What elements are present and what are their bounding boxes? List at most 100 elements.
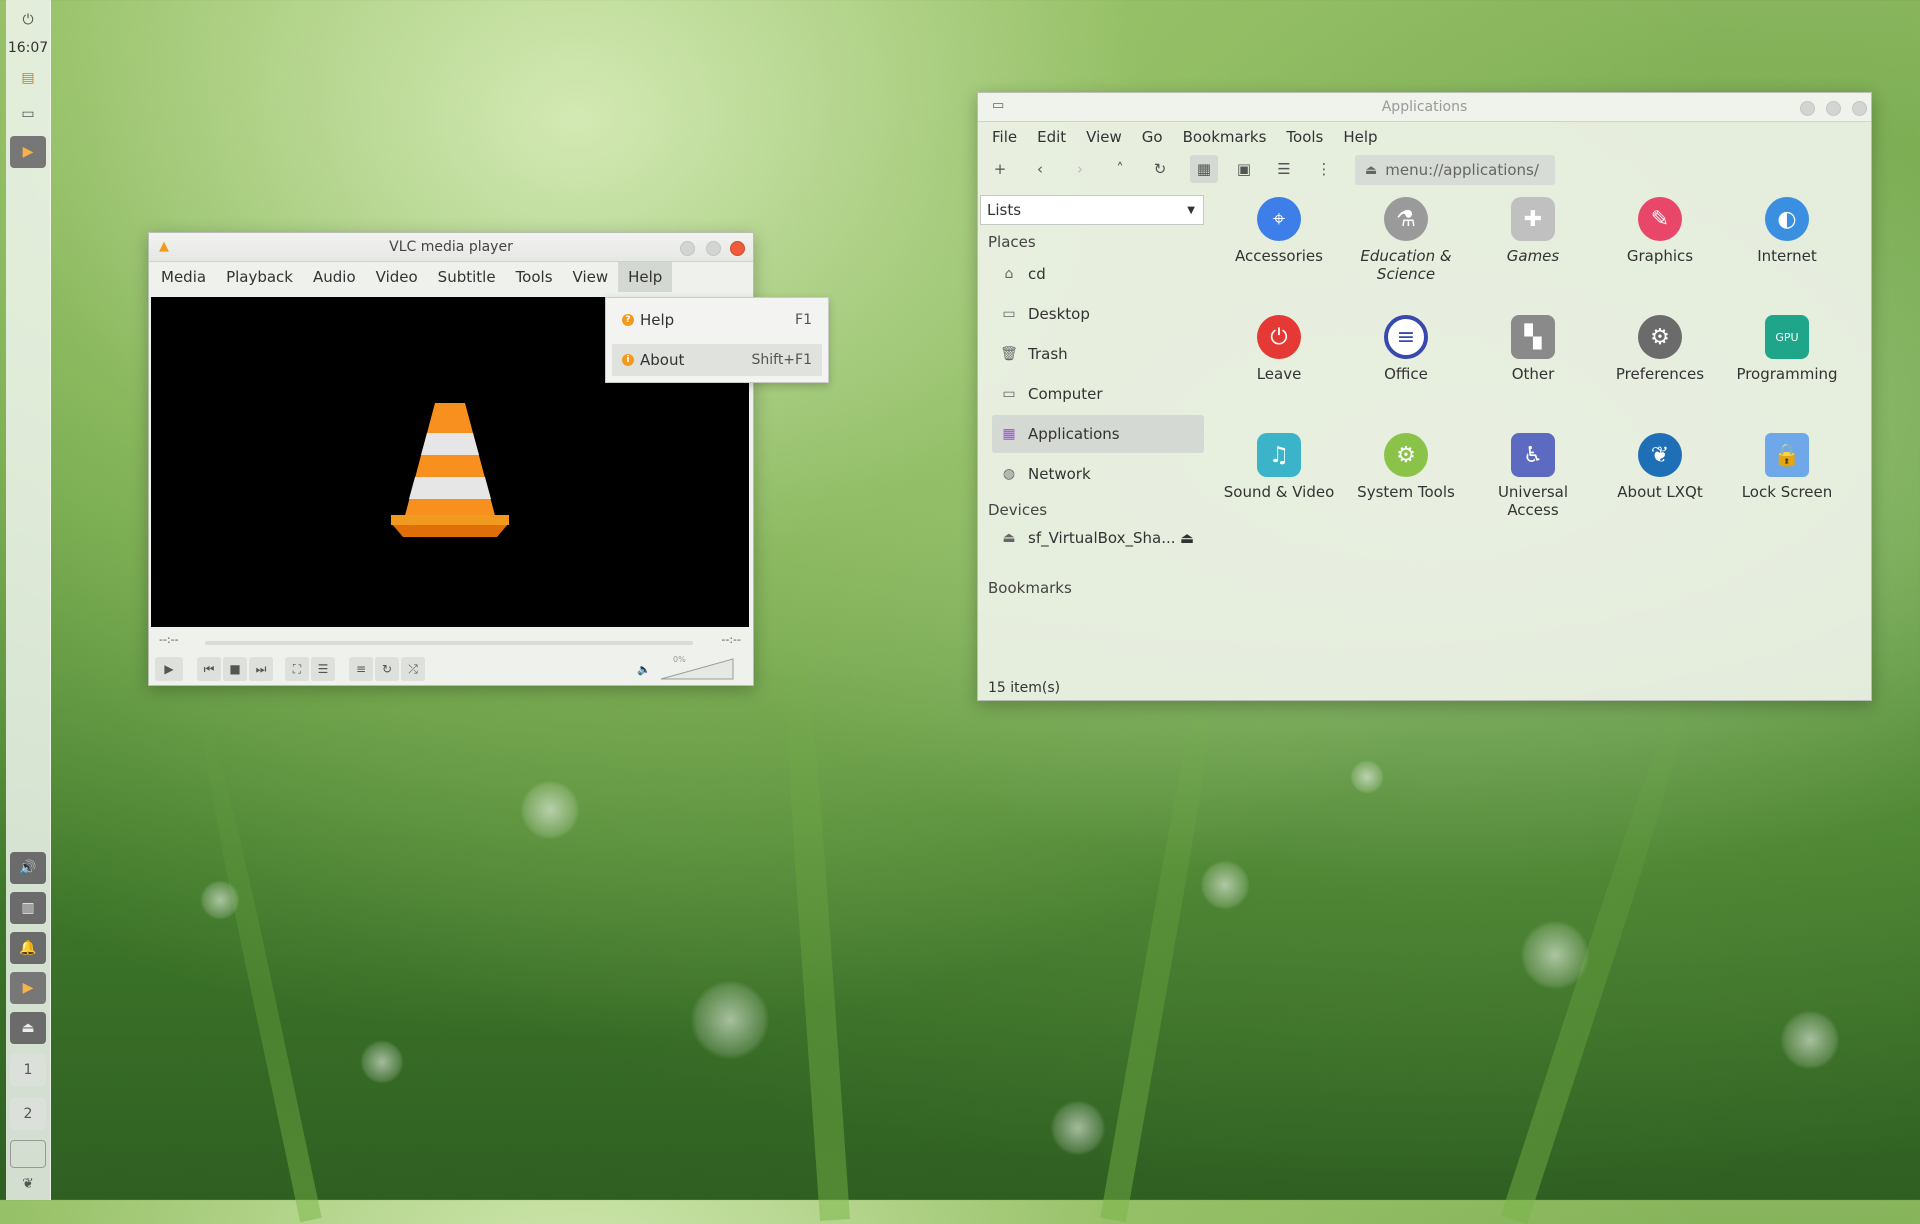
stop-button[interactable]: ■ (223, 657, 247, 681)
vlc-tray-icon[interactable]: ▶ (10, 972, 46, 1004)
fm-title: Applications (1381, 99, 1468, 115)
bookmarks-heading: Bookmarks (988, 579, 1072, 597)
new-tab-icon[interactable]: + (986, 155, 1014, 183)
shuffle-button[interactable]: ⤮ (401, 657, 425, 681)
compact-view-icon[interactable]: ☰ (1270, 155, 1298, 183)
folder-taskbar-icon[interactable]: ▭ (10, 98, 46, 130)
fm-menu-file[interactable]: File (982, 122, 1027, 152)
detailed-view-icon[interactable]: ⋮ (1310, 155, 1338, 183)
fullscreen-button[interactable]: ⛶ (285, 657, 309, 681)
fm-minimize-button[interactable] (1800, 101, 1815, 116)
loop-button[interactable]: ↻ (375, 657, 399, 681)
help-shortcut: F1 (795, 312, 812, 328)
fm-maximize-button[interactable] (1826, 101, 1841, 116)
side-pane-mode-select[interactable]: Lists ▼ (980, 195, 1204, 225)
up-icon[interactable]: ˄ (1106, 155, 1134, 183)
device-item[interactable]: ⏏ sf_VirtualBox_Sha... ⏏ (992, 519, 1204, 557)
thumbnail-view-icon[interactable]: ▣ (1230, 155, 1258, 183)
reload-icon[interactable]: ↻ (1146, 155, 1174, 183)
next-button[interactable]: ⏭ (249, 657, 273, 681)
minimize-button[interactable] (680, 241, 695, 256)
mute-icon[interactable]: 🔈 (637, 663, 651, 676)
app-preferences[interactable]: ⚙ Preferences (1600, 315, 1720, 383)
fm-menu-help[interactable]: Help (1333, 122, 1387, 152)
place-home[interactable]: ⌂ cd (992, 255, 1204, 293)
fm-menu-tools[interactable]: Tools (1276, 122, 1333, 152)
address-text: menu://applications/ (1385, 161, 1539, 179)
app-about-lxqt[interactable]: ❦ About LXQt (1600, 433, 1720, 501)
power-icon[interactable]: ⏻ (10, 4, 46, 36)
icon-view-icon[interactable]: ▦ (1190, 155, 1218, 183)
panel-clock[interactable]: 16:07 (6, 40, 50, 56)
volume-icon[interactable]: 🔊 (10, 852, 46, 884)
graphics-icon: ✎ (1638, 197, 1682, 241)
menu-help[interactable]: Help (618, 262, 673, 292)
menu-audio[interactable]: Audio (303, 262, 366, 292)
extended-settings-button[interactable]: ☰ (311, 657, 335, 681)
app-games[interactable]: ✚ Games (1473, 197, 1593, 265)
vlc-titlebar[interactable]: ▲ VLC media player (149, 233, 753, 262)
fm-menu-view[interactable]: View (1076, 122, 1132, 152)
menu-tools[interactable]: Tools (506, 262, 563, 292)
menu-subtitle[interactable]: Subtitle (428, 262, 506, 292)
menu-view[interactable]: View (563, 262, 619, 292)
about-menu-item[interactable]: i About Shift+F1 (612, 344, 822, 376)
vlc-controls: --:-- --:-- ▶ ⏮ ■ ⏭ ⛶ ☰ ≡ ↻ ⤮ 🔈 0% (149, 629, 753, 685)
help-menu-item[interactable]: ? Help F1 (612, 304, 822, 336)
app-internet[interactable]: ◐ Internet (1727, 197, 1847, 265)
place-desktop[interactable]: ▭ Desktop (992, 295, 1204, 333)
fm-menu-edit[interactable]: Edit (1027, 122, 1076, 152)
menu-media[interactable]: Media (151, 262, 216, 292)
app-office[interactable]: ≡ Office (1346, 315, 1466, 383)
place-computer-label: Computer (1028, 385, 1103, 403)
notification-bell-icon[interactable]: 🔔 (10, 932, 46, 964)
previous-button[interactable]: ⏮ (197, 657, 221, 681)
app-other[interactable]: ▚ Other (1473, 315, 1593, 383)
file-cabinet-icon[interactable]: ▤ (10, 62, 46, 94)
app-lock-screen[interactable]: 🔒 Lock Screen (1727, 433, 1847, 501)
app-programming[interactable]: GPU Programming (1727, 315, 1847, 383)
devices-heading: Devices (988, 501, 1048, 519)
app-label: About LXQt (1617, 483, 1703, 501)
keyboard-icon[interactable]: ▥ (10, 892, 46, 924)
app-label: Internet (1757, 247, 1817, 265)
workspace-1-button[interactable]: 1 (10, 1054, 46, 1086)
seek-slider[interactable] (205, 641, 693, 645)
fm-menu-go[interactable]: Go (1132, 122, 1173, 152)
app-education-science[interactable]: ⚗ Education & Science (1346, 197, 1466, 283)
maximize-button[interactable] (706, 241, 721, 256)
place-applications[interactable]: ▦ Applications (992, 415, 1204, 453)
workspace-2-button[interactable]: 2 (10, 1098, 46, 1130)
music-note-icon: ♫ (1257, 433, 1301, 477)
place-trash[interactable]: 🗑 Trash (992, 335, 1204, 373)
menu-playback[interactable]: Playback (216, 262, 303, 292)
show-desktop-button[interactable] (10, 1140, 46, 1168)
volume-slider[interactable] (659, 657, 735, 681)
forward-icon[interactable]: › (1066, 155, 1094, 183)
app-universal-access[interactable]: ♿ Universal Access (1473, 433, 1593, 519)
close-button[interactable] (730, 241, 745, 256)
lxqt-logo-icon[interactable]: ❦ (10, 1168, 46, 1200)
system-gear-icon: ⚙ (1384, 433, 1428, 477)
app-sound-video[interactable]: ♫ Sound & Video (1219, 433, 1339, 501)
fm-menu-bookmarks[interactable]: Bookmarks (1173, 122, 1277, 152)
play-button[interactable]: ▶ (155, 657, 183, 681)
dropdown-arrow-icon: ▼ (1187, 204, 1195, 216)
vlc-taskbar-icon[interactable]: ▶ (10, 136, 46, 168)
network-icon: ◍ (1002, 466, 1016, 482)
place-network[interactable]: ◍ Network (992, 455, 1204, 493)
place-desktop-label: Desktop (1028, 305, 1090, 323)
app-accessories[interactable]: ⌖ Accessories (1219, 197, 1339, 265)
address-bar[interactable]: ⏏ menu://applications/ (1355, 155, 1555, 185)
eject-icon[interactable]: ⏏ (1180, 529, 1194, 547)
fm-titlebar[interactable]: ▭ Applications (978, 93, 1871, 122)
menu-video[interactable]: Video (366, 262, 428, 292)
playlist-button[interactable]: ≡ (349, 657, 373, 681)
drive-tray-icon[interactable]: ⏏ (10, 1012, 46, 1044)
fm-close-button[interactable] (1852, 101, 1867, 116)
place-computer[interactable]: ▭ Computer (992, 375, 1204, 413)
back-icon[interactable]: ‹ (1026, 155, 1054, 183)
app-system-tools[interactable]: ⚙ System Tools (1346, 433, 1466, 501)
app-graphics[interactable]: ✎ Graphics (1600, 197, 1720, 265)
app-leave[interactable]: ⏻ Leave (1219, 315, 1339, 383)
